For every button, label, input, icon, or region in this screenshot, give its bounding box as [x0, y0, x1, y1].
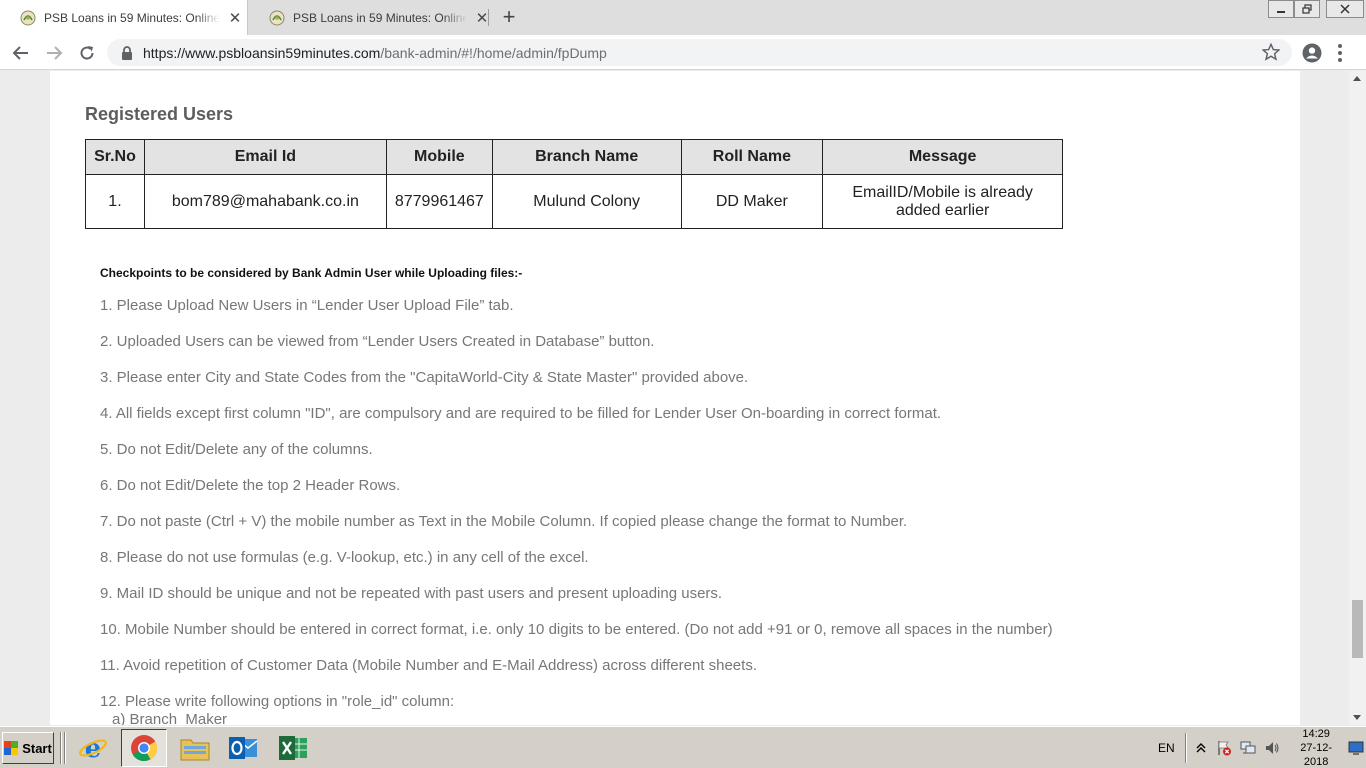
table-cell: EmailID/Mobile is already added earlier	[822, 174, 1063, 229]
taskbar-divider	[60, 732, 62, 764]
vertical-scrollbar[interactable]	[1349, 71, 1366, 725]
checkpoint-list: 1. Please Upload New Users in “Lender Us…	[100, 297, 1250, 726]
system-tray: EN 14:29 27-12-2018	[1150, 728, 1364, 768]
network-icon[interactable]	[1240, 740, 1256, 756]
address-bar-row: https://www.psbloansin59minutes.com/bank…	[0, 35, 1366, 70]
clock[interactable]: 14:29 27-12-2018	[1292, 727, 1340, 768]
table-cell: bom789@mahabank.co.in	[143, 174, 387, 229]
list-item: 1. Please Upload New Users in “Lender Us…	[100, 297, 514, 314]
table-cell: DD Maker	[680, 174, 824, 229]
list-item: 10. Mobile Number should be entered in c…	[100, 621, 1053, 638]
restore-icon	[1302, 4, 1312, 14]
browser-tab-active[interactable]: PSB Loans in 59 Minutes: Online Fu ✕	[0, 0, 248, 35]
language-indicator[interactable]: EN	[1158, 741, 1175, 755]
table-cell: 1.	[85, 174, 145, 229]
url-host: https://www.psbloansin59minutes.com	[143, 44, 381, 61]
list-item: 2. Uploaded Users can be viewed from “Le…	[100, 333, 655, 350]
minimize-icon	[1277, 11, 1285, 13]
psb-favicon-icon	[20, 10, 36, 25]
show-desktop-icon[interactable]	[1348, 740, 1364, 756]
svg-text:e: e	[85, 734, 102, 763]
list-item: 7. Do not paste (Ctrl + V) the mobile nu…	[100, 513, 908, 530]
scroll-thumb[interactable]	[1352, 600, 1363, 658]
restore-window-button[interactable]	[1294, 0, 1320, 18]
excel-icon[interactable]	[270, 729, 316, 767]
profile-avatar-icon[interactable]	[1302, 43, 1322, 63]
clock-date: 27-12-2018	[1300, 742, 1333, 768]
list-item: 3. Please enter City and State Codes fro…	[100, 369, 749, 386]
tab-strip: PSB Loans in 59 Minutes: Online Fu ✕ PSB…	[0, 0, 1366, 35]
minimize-window-button[interactable]	[1268, 0, 1294, 18]
tab-title: PSB Loans in 59 Minutes: Online Fu	[293, 10, 468, 25]
page-viewport: Registered Users Sr.No Email Id Mobile B…	[0, 71, 1349, 725]
column-header: Roll Name	[680, 139, 824, 175]
browser-tab-inactive[interactable]: PSB Loans in 59 Minutes: Online Fu ✕	[249, 0, 489, 35]
forward-button[interactable]	[43, 42, 65, 64]
internet-explorer-icon[interactable]: e	[70, 729, 116, 767]
url-path: /bank-admin/#!/home/admin/fpDump	[380, 44, 607, 61]
back-arrow-icon	[12, 46, 28, 60]
column-header: Sr.No	[85, 139, 145, 175]
list-item: 9. Mail ID should be unique and not be r…	[100, 585, 723, 602]
column-header: Email Id	[143, 139, 387, 175]
close-icon	[1340, 4, 1350, 14]
clock-time: 14:29	[1302, 728, 1330, 740]
content-panel: Registered Users Sr.No Email Id Mobile B…	[50, 71, 1300, 725]
chrome-icon[interactable]	[121, 729, 167, 767]
reload-button[interactable]	[76, 42, 98, 64]
bookmark-star-icon[interactable]	[1262, 43, 1280, 61]
tab-close-icon[interactable]: ✕	[228, 9, 242, 27]
chevron-up-icon[interactable]	[1195, 740, 1209, 756]
registered-users-table: Sr.No Email Id Mobile Branch Name Roll N…	[85, 139, 1063, 229]
new-tab-button[interactable]: +	[498, 5, 520, 29]
scroll-down-icon[interactable]	[1353, 715, 1361, 720]
taskbar-divider	[64, 732, 66, 764]
table-row: 1. bom789@mahabank.co.in 8779961467 Mulu…	[85, 174, 1063, 229]
close-window-button[interactable]	[1326, 0, 1364, 18]
table-cell: Mulund Colony	[491, 174, 682, 229]
list-item: 5. Do not Edit/Delete any of the columns…	[100, 441, 373, 458]
browser-menu-icon[interactable]	[1335, 43, 1345, 63]
registered-users-title: Registered Users	[85, 104, 234, 124]
start-button[interactable]: Start	[2, 732, 54, 764]
volume-icon[interactable]	[1264, 740, 1280, 756]
url-field[interactable]: https://www.psbloansin59minutes.com/bank…	[107, 39, 1292, 66]
list-item: 11. Avoid repetition of Customer Data (M…	[100, 657, 757, 674]
start-label: Start	[22, 740, 52, 756]
role-option: a) Branch_Maker	[112, 711, 228, 725]
table-header-row: Sr.No Email Id Mobile Branch Name Roll N…	[85, 139, 1063, 175]
scroll-up-icon[interactable]	[1353, 76, 1361, 81]
file-explorer-icon[interactable]	[172, 729, 218, 767]
list-item: 8. Please do not use formulas (e.g. V-lo…	[100, 549, 589, 566]
outlook-icon[interactable]	[220, 729, 266, 767]
column-header: Branch Name	[491, 139, 682, 175]
list-item: 6. Do not Edit/Delete the top 2 Header R…	[100, 477, 401, 494]
tab-close-icon[interactable]: ✕	[475, 9, 489, 27]
column-header: Mobile	[385, 139, 493, 175]
tab-title: PSB Loans in 59 Minutes: Online Fu	[44, 10, 220, 25]
psb-favicon-icon	[269, 10, 285, 25]
lock-icon	[121, 45, 133, 60]
checkpoints-heading: Checkpoints to be considered by Bank Adm…	[100, 266, 523, 280]
reload-icon	[80, 46, 94, 60]
list-item: 4. All fields except first column "ID", …	[100, 405, 942, 422]
taskbar: Start e EN 14:29 27-12-2018	[0, 726, 1366, 768]
tray-divider	[1184, 733, 1187, 763]
action-center-flag-icon[interactable]	[1216, 740, 1232, 756]
forward-arrow-icon	[47, 46, 63, 60]
windows-flag-icon	[4, 741, 19, 755]
table-cell: 8779961467	[385, 174, 493, 229]
back-button[interactable]	[10, 42, 32, 64]
column-header: Message	[822, 139, 1063, 175]
